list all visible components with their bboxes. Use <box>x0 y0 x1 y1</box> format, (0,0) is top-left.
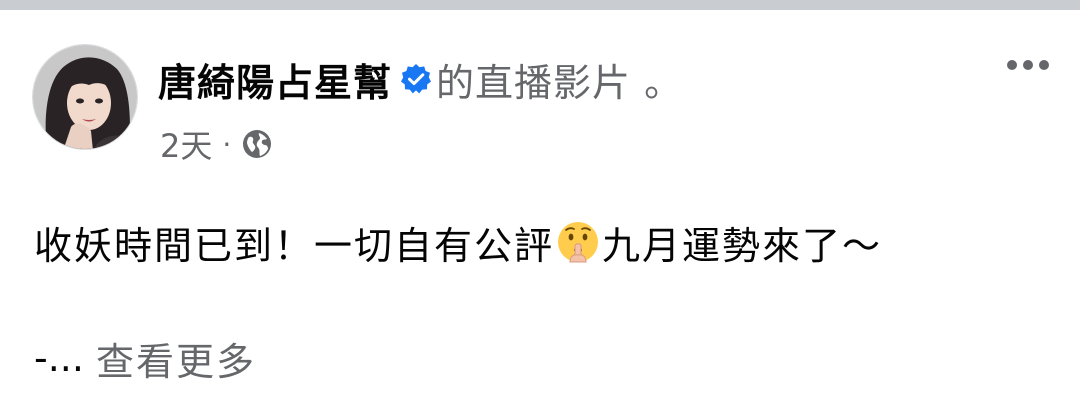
shushing-face-emoji <box>556 220 600 264</box>
more-options-button[interactable] <box>1000 50 1056 80</box>
verified-badge-icon <box>400 63 432 95</box>
post-meta: 2天 · <box>160 122 273 166</box>
post-action-text: 的直播影片 。 <box>436 60 684 105</box>
post-timestamp[interactable]: 2天 <box>160 121 212 167</box>
avatar-image <box>33 45 137 149</box>
globe-icon[interactable] <box>241 128 273 160</box>
top-divider-bar <box>0 0 1080 10</box>
truncated-text-line: -... 查看更多 <box>34 330 256 386</box>
meta-separator: · <box>222 127 232 161</box>
post-body-text: 收妖時間已到！一切自有公評 九月運勢來了～ <box>34 212 882 272</box>
see-more-link[interactable]: 查看更多 <box>96 331 256 386</box>
truncated-prefix: -... <box>34 336 84 380</box>
post-body-part-2: 九月運勢來了～ <box>602 223 883 268</box>
more-options-icon <box>1007 60 1049 70</box>
post-header-line: 唐綺陽占星幫 的直播影片 。 <box>158 52 683 106</box>
author-name-link[interactable]: 唐綺陽占星幫 <box>158 52 392 107</box>
author-avatar[interactable] <box>32 44 138 150</box>
post-body-part-1: 收妖時間已到！一切自有公評 <box>34 223 555 268</box>
